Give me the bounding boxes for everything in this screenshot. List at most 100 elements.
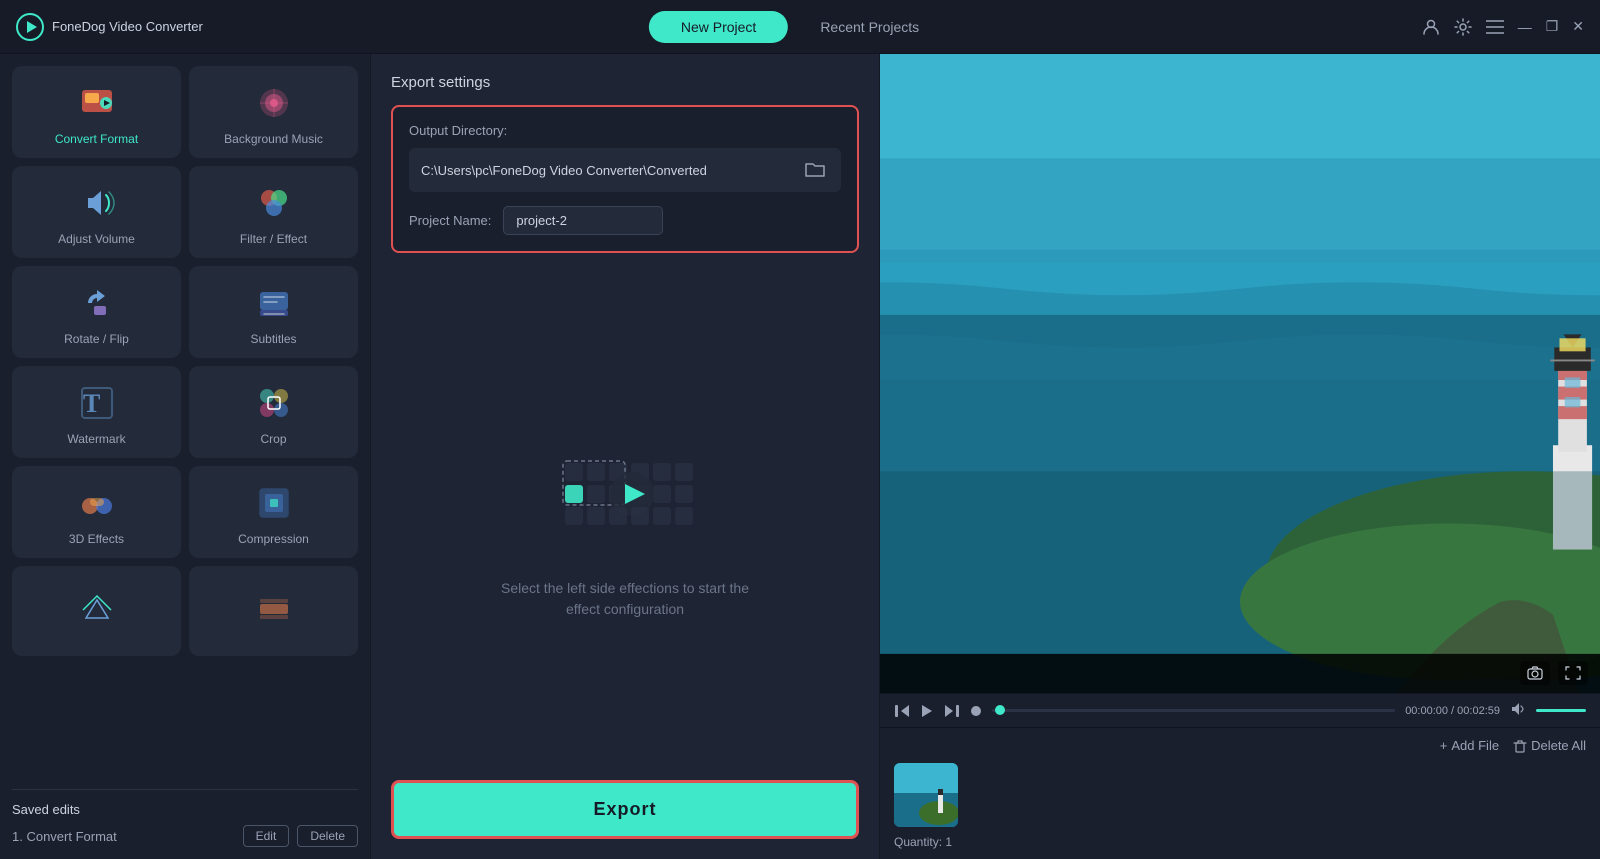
transport-bar: 00:00:00 / 00:02:59 xyxy=(880,693,1600,727)
video-preview-controls xyxy=(1520,661,1588,685)
sidebar-label-subtitles: Subtitles xyxy=(250,332,296,346)
file-thumb-inner xyxy=(894,763,958,827)
sidebar-label-background-music: Background Music xyxy=(224,132,323,146)
sidebar-item-watermark[interactable]: T Watermark xyxy=(12,366,181,458)
quantity-text: Quantity: 1 xyxy=(894,835,958,849)
thumb-preview-icon xyxy=(894,763,958,827)
file-thumbnail[interactable] xyxy=(894,763,958,827)
output-dir-row: C:\Users\pc\FoneDog Video Converter\Conv… xyxy=(409,148,841,192)
sidebar-item-compression[interactable]: Compression xyxy=(189,466,358,558)
project-name-input[interactable] xyxy=(503,206,663,235)
export-settings-box: Output Directory: C:\Users\pc\FoneDog Vi… xyxy=(391,105,859,253)
file-list: Quantity: 1 xyxy=(894,763,1586,849)
sidebar-label-filter-effect: Filter / Effect xyxy=(240,232,307,246)
sidebar-item-3d-effects[interactable]: 3D Effects xyxy=(12,466,181,558)
saved-edits-section: Saved edits 1. Convert Format Edit Delet… xyxy=(12,789,358,847)
restore-button[interactable]: ❐ xyxy=(1546,18,1559,35)
account-icon[interactable] xyxy=(1422,18,1440,36)
video-preview-image xyxy=(880,54,1600,693)
folder-browse-button[interactable] xyxy=(801,156,829,184)
sidebar-label-crop: Crop xyxy=(260,432,286,446)
sidebar-item-background-music[interactable]: Background Music xyxy=(189,66,358,158)
output-dir-label: Output Directory: xyxy=(409,123,841,138)
crop-icon xyxy=(253,382,295,424)
add-icon: + xyxy=(1440,738,1448,753)
sidebar-item-crop[interactable]: Crop xyxy=(189,366,358,458)
filter-effect-icon xyxy=(253,182,295,224)
logo-icon xyxy=(16,13,44,41)
skip-back-button[interactable] xyxy=(894,704,910,718)
skip-forward-button[interactable] xyxy=(944,704,960,718)
sidebar-label-adjust-volume: Adjust Volume xyxy=(58,232,135,246)
effect-message: Select the left side effections to start… xyxy=(485,578,765,620)
file-list-column: Quantity: 1 xyxy=(894,763,958,849)
app-title: FoneDog Video Converter xyxy=(52,19,203,34)
screenshot-button[interactable] xyxy=(1520,661,1550,685)
background-music-icon xyxy=(253,82,295,124)
stop-button[interactable] xyxy=(970,705,982,717)
project-name-label: Project Name: xyxy=(409,213,491,228)
adjust-volume-icon xyxy=(76,182,118,224)
sidebar: Convert Format Background Music Adjust V… xyxy=(0,54,370,859)
add-file-button[interactable]: + Add File xyxy=(1440,738,1499,753)
extra2-icon xyxy=(253,588,295,630)
sidebar-grid: Convert Format Background Music Adjust V… xyxy=(12,66,358,656)
tab-new-project[interactable]: New Project xyxy=(649,11,788,43)
saved-edits-title: Saved edits xyxy=(12,802,358,817)
export-settings-title: Export settings xyxy=(391,74,859,91)
titlebar-controls: — ❐ ✕ xyxy=(1422,18,1584,36)
settings-icon[interactable] xyxy=(1454,18,1472,36)
output-dir-path: C:\Users\pc\FoneDog Video Converter\Conv… xyxy=(421,163,793,178)
rotate-flip-icon xyxy=(76,282,118,324)
sidebar-label-watermark: Watermark xyxy=(67,432,125,446)
project-name-row: Project Name: xyxy=(409,206,841,235)
sidebar-item-subtitles[interactable]: Subtitles xyxy=(189,266,358,358)
progress-bar[interactable] xyxy=(992,709,1395,712)
saved-edit-text: 1. Convert Format xyxy=(12,829,235,844)
delete-button[interactable]: Delete xyxy=(297,825,358,847)
svg-text:T: T xyxy=(83,389,100,418)
extra1-icon xyxy=(76,588,118,630)
center-panel: Export settings Output Directory: C:\Use… xyxy=(370,54,880,859)
volume-button[interactable] xyxy=(1510,702,1526,719)
volume-bar[interactable] xyxy=(1536,709,1586,712)
effect-icon-area xyxy=(535,438,715,558)
app-logo: FoneDog Video Converter xyxy=(16,13,203,41)
sidebar-scroll: Convert Format Background Music Adjust V… xyxy=(12,66,358,789)
sidebar-label-compression: Compression xyxy=(238,532,309,546)
effect-area: Select the left side effections to start… xyxy=(391,277,859,780)
sidebar-label-3d-effects: 3D Effects xyxy=(69,532,124,546)
sidebar-label-convert-format: Convert Format xyxy=(55,132,138,146)
right-panel: 00:00:00 / 00:02:59 + Add File Delete Al… xyxy=(880,54,1600,859)
play-button[interactable] xyxy=(920,704,934,718)
sidebar-item-adjust-volume[interactable]: Adjust Volume xyxy=(12,166,181,258)
convert-format-icon xyxy=(76,82,118,124)
file-list-header: + Add File Delete All xyxy=(894,738,1586,753)
3d-effects-icon xyxy=(76,482,118,524)
subtitles-icon xyxy=(253,282,295,324)
saved-edit-row: 1. Convert Format Edit Delete xyxy=(12,825,358,847)
sidebar-item-extra2[interactable] xyxy=(189,566,358,656)
compression-icon xyxy=(253,482,295,524)
effect-placeholder-icon xyxy=(535,438,715,558)
tab-recent-projects[interactable]: Recent Projects xyxy=(788,11,951,43)
sidebar-item-filter-effect[interactable]: Filter / Effect xyxy=(189,166,358,258)
close-button[interactable]: ✕ xyxy=(1572,18,1584,35)
file-list-area: + Add File Delete All xyxy=(880,727,1600,859)
main-layout: Convert Format Background Music Adjust V… xyxy=(0,54,1600,859)
fullscreen-button[interactable] xyxy=(1558,661,1588,685)
sidebar-label-rotate-flip: Rotate / Flip xyxy=(64,332,129,346)
time-display: 00:00:00 / 00:02:59 xyxy=(1405,705,1500,717)
minimize-button[interactable]: — xyxy=(1518,19,1532,35)
delete-all-button[interactable]: Delete All xyxy=(1513,738,1586,753)
watermark-icon: T xyxy=(76,382,118,424)
trash-icon xyxy=(1513,739,1527,753)
menu-icon[interactable] xyxy=(1486,18,1504,36)
export-button[interactable]: Export xyxy=(391,780,859,839)
video-preview xyxy=(880,54,1600,693)
sidebar-item-rotate-flip[interactable]: Rotate / Flip xyxy=(12,266,181,358)
edit-button[interactable]: Edit xyxy=(243,825,290,847)
sidebar-item-convert-format[interactable]: Convert Format xyxy=(12,66,181,158)
titlebar-tabs: New Project Recent Projects xyxy=(649,11,951,43)
sidebar-item-extra1[interactable] xyxy=(12,566,181,656)
